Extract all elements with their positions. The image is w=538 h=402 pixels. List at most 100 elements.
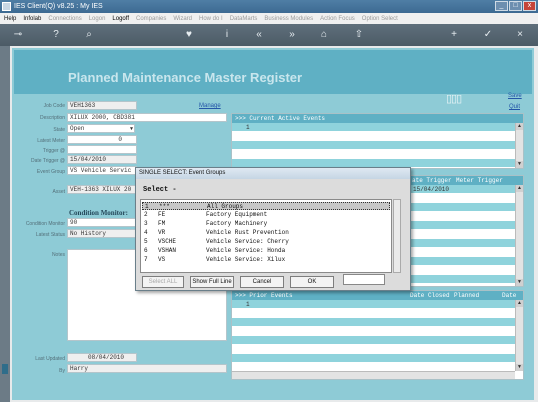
- list-item-desc: All Groups: [207, 203, 244, 210]
- menu-item-infolab[interactable]: Infolab: [23, 16, 41, 22]
- latest-status-label: Latest Status: [35, 232, 65, 238]
- list-item[interactable]: 7 VS Vehicle Service: Xilux: [142, 256, 390, 264]
- col-date-closed: Date Closed: [410, 292, 450, 299]
- trigger-label: Trigger @: [42, 148, 65, 154]
- menu-item-business-modules[interactable]: Business Modules: [264, 16, 313, 22]
- table-row[interactable]: [232, 141, 515, 150]
- menu-item-logon[interactable]: Logon: [89, 16, 106, 22]
- key-icon[interactable]: ⊸: [8, 29, 28, 41]
- cancel-button[interactable]: Cancel: [240, 276, 284, 288]
- scroll-down-icon[interactable]: ▼: [516, 279, 523, 286]
- table-row[interactable]: [232, 336, 515, 345]
- trigger-scrollbar[interactable]: ▲ ▼: [515, 185, 523, 286]
- date-trigger-label: Date Trigger @: [31, 158, 65, 164]
- condition-monitor-field[interactable]: 90: [67, 218, 137, 227]
- ok-button[interactable]: OK: [290, 276, 334, 288]
- check-icon[interactable]: ✓: [482, 29, 494, 41]
- table-row[interactable]: [232, 354, 515, 363]
- last-updated-label: Last Updated: [35, 356, 65, 362]
- quit-link[interactable]: Quit: [509, 104, 520, 110]
- table-row[interactable]: [232, 132, 515, 141]
- list-item[interactable]: 5 VSCHE Vehicle Service: Cherry: [142, 238, 390, 246]
- list-scrollbar[interactable]: [393, 199, 401, 273]
- manage-link[interactable]: Manage: [199, 103, 221, 109]
- list-item-num: 1: [145, 203, 149, 210]
- list-item-num: 3: [144, 220, 148, 227]
- info-icon[interactable]: i: [221, 29, 233, 41]
- list-item-num: 4: [144, 229, 148, 236]
- menu-item-connections[interactable]: Connections: [48, 16, 81, 22]
- menu-item-option-select[interactable]: Option Select: [362, 16, 398, 22]
- event-group-field[interactable]: VS Vehicle Servic: [67, 166, 137, 175]
- col-date: Date: [502, 292, 517, 299]
- upload-icon[interactable]: ⇧: [353, 29, 365, 41]
- prior-events-hscrollbar[interactable]: [232, 371, 515, 379]
- menu-item-help[interactable]: Help: [4, 16, 16, 22]
- show-full-line-button[interactable]: Show Full Line: [190, 276, 234, 288]
- table-row[interactable]: [232, 300, 515, 309]
- scroll-up-icon[interactable]: ▲: [516, 185, 523, 192]
- table-row[interactable]: [232, 309, 515, 318]
- menu-item-logoff[interactable]: Logoff: [112, 16, 129, 22]
- add-icon[interactable]: +: [448, 29, 460, 41]
- state-select[interactable]: Open ▼: [67, 124, 135, 133]
- table-row[interactable]: [232, 123, 515, 132]
- forward-icon[interactable]: »: [286, 29, 298, 41]
- scroll-up-icon[interactable]: ▲: [516, 300, 523, 307]
- last-updated-field: 08/04/2010: [67, 353, 137, 362]
- minimize-button[interactable]: _: [495, 1, 508, 11]
- event-group-label: Event Group: [36, 169, 65, 175]
- current-events-scrollbar[interactable]: ▲ ▼: [515, 123, 523, 168]
- rewind-icon[interactable]: «: [253, 29, 265, 41]
- help-icon[interactable]: ?: [50, 29, 62, 41]
- side-marker: [2, 364, 8, 374]
- save-link[interactable]: Save: [508, 93, 522, 99]
- select-label: Select -: [143, 186, 177, 194]
- list-item-num: 6: [144, 247, 148, 254]
- chevron-down-icon[interactable]: ▼: [130, 125, 133, 132]
- scroll-up-icon[interactable]: ▲: [516, 123, 523, 130]
- scroll-down-icon[interactable]: ▼: [516, 364, 523, 371]
- prior-events-title: >>> Prior Events: [235, 292, 293, 299]
- current-events-rows: [232, 123, 515, 168]
- menu-item-datamarts[interactable]: DataMarts: [230, 16, 258, 22]
- maximize-button[interactable]: □: [509, 1, 522, 11]
- asset-field[interactable]: VEH-1363 XILUX 20: [67, 185, 137, 194]
- col-date-trigger: ate Trigger: [412, 177, 452, 184]
- scroll-down-icon[interactable]: ▼: [516, 161, 523, 168]
- menu-item-wizard[interactable]: Wizard: [173, 16, 192, 22]
- select-all-button[interactable]: Select ALL: [142, 276, 184, 288]
- list-item-desc: Vehicle Rust Prevention: [206, 229, 289, 236]
- list-item[interactable]: 4 VR Vehicle Rust Prevention: [142, 229, 390, 237]
- search-icon[interactable]: ⌕: [83, 29, 95, 41]
- dialog-input[interactable]: [343, 274, 385, 285]
- columns-icon[interactable]: ▯▯▯: [446, 92, 472, 105]
- table-row[interactable]: [232, 318, 515, 327]
- heart-icon[interactable]: ♥: [183, 29, 195, 41]
- window-controls: _ □ x: [495, 1, 536, 11]
- row-number: 1: [246, 301, 250, 308]
- job-code-field[interactable]: VEH1363: [67, 101, 137, 110]
- list-item[interactable]: 3 FM Factory Machinery: [142, 220, 390, 228]
- close-icon[interactable]: ×: [514, 29, 526, 41]
- list-item[interactable]: 1 *** All Groups: [142, 202, 390, 210]
- trigger-field[interactable]: [67, 145, 137, 154]
- menu-item-how-do-i[interactable]: How do I: [199, 16, 223, 22]
- date-trigger-field[interactable]: 15/04/2010: [67, 155, 137, 164]
- list-item[interactable]: 2 FE Factory Equipment: [142, 211, 390, 219]
- menu-item-companies[interactable]: Companies: [136, 16, 166, 22]
- list-item-code: FM: [158, 220, 166, 227]
- list-item[interactable]: 6 VSHAN Vehicle Service: Honda: [142, 247, 390, 255]
- list-item-desc: Vehicle Service: Xilux: [206, 256, 286, 263]
- state-value: Open: [70, 125, 85, 132]
- home-icon[interactable]: ⌂: [318, 29, 330, 41]
- table-row[interactable]: [232, 345, 515, 354]
- close-button[interactable]: x: [523, 1, 536, 11]
- table-row[interactable]: [232, 327, 515, 336]
- table-row[interactable]: [232, 150, 515, 159]
- description-field[interactable]: XILUX 2000, CBD381: [67, 113, 227, 122]
- prior-events-scrollbar[interactable]: ▲ ▼: [515, 300, 523, 371]
- current-events-panel: >>> Current Active Events 1 ▲ ▼: [231, 113, 524, 169]
- page-title: Planned Maintenance Master Register: [68, 70, 303, 85]
- menu-item-action-focus[interactable]: Action Focus: [320, 16, 355, 22]
